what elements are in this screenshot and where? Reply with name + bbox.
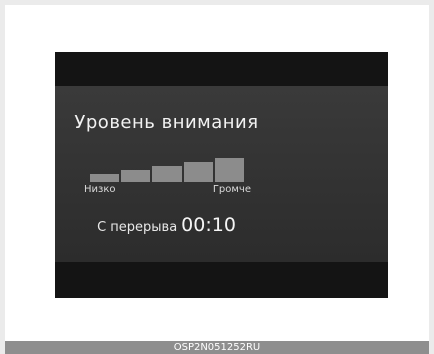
meter-segment (121, 170, 151, 182)
attention-level-meter (90, 158, 244, 182)
attention-level-title: Уровень внимания (74, 112, 259, 133)
time-since-break-row: С перерыва 00:10 (0, 214, 333, 236)
time-since-break-value: 00:10 (181, 214, 236, 236)
image-code-bar: OSP2N051252RU (5, 341, 429, 354)
display-top-band (55, 52, 388, 86)
meter-segment (214, 158, 244, 182)
meter-high-label: Громче (212, 184, 251, 195)
image-code: OSP2N051252RU (173, 342, 261, 353)
display-bottom-band (55, 262, 388, 298)
meter-segment (183, 162, 213, 182)
meter-segment (90, 174, 120, 182)
time-since-break-label: С перерыва (97, 220, 178, 235)
meter-low-label: Низко (84, 184, 116, 195)
meter-segment (152, 166, 182, 182)
